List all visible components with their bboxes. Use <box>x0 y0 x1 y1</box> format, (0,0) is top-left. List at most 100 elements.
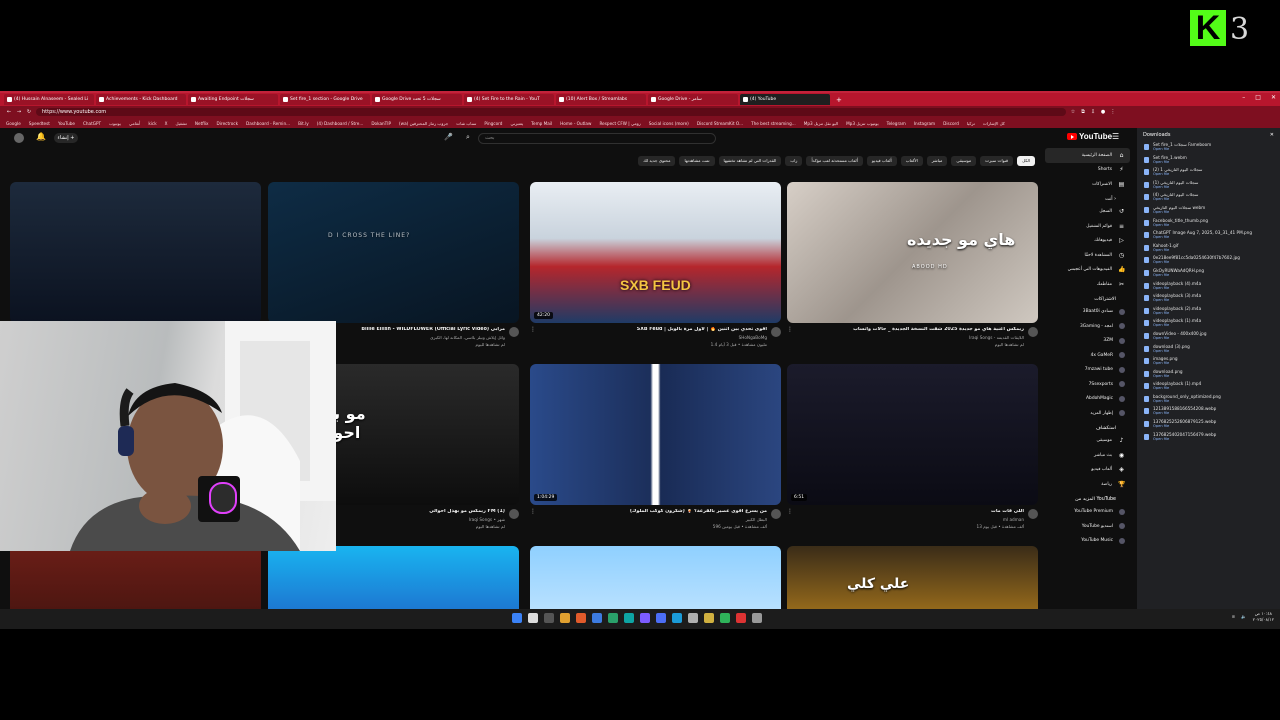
bookmark-item[interactable]: YouTube <box>58 121 75 126</box>
open-file-link[interactable]: Open file <box>1153 172 1280 176</box>
filter-chip[interactable]: موسيقى <box>951 156 977 166</box>
sidebar-item[interactable]: YouTube استديو <box>1045 519 1130 534</box>
menu-icon[interactable]: ⋮ <box>1110 109 1116 115</box>
download-item[interactable]: background_only_optimized.png Open file <box>1137 394 1280 407</box>
new-tab-button[interactable]: + <box>832 96 842 104</box>
channel-avatar[interactable] <box>771 509 781 519</box>
youtube-logo[interactable]: YouTube <box>1067 132 1112 141</box>
url-input[interactable]: https://www.youtube.com <box>36 108 1066 116</box>
sidebar-item[interactable]: 3Baat0i تسادي <box>1045 305 1130 320</box>
clock[interactable]: ١٠:٤٨ ص ٢٠٢٥/٠٨/١٢ <box>1253 612 1274 623</box>
open-file-link[interactable]: Open file <box>1153 386 1280 390</box>
bookmark-item[interactable]: كل الإشارات <box>983 121 1005 126</box>
video-title[interactable]: ريمكس اغنية هاي مو جديدة 2025 شفت النسخة… <box>799 327 1024 332</box>
bookmark-item[interactable]: Instagram <box>914 121 935 126</box>
bookmark-item[interactable]: Social icons (more) <box>649 121 689 126</box>
volume-icon[interactable]: 🔈 <box>1241 615 1246 620</box>
search-icon[interactable] <box>528 613 538 623</box>
sidebar-item[interactable]: 4x GaMeR <box>1045 348 1130 363</box>
open-file-link[interactable]: Open file <box>1153 437 1280 441</box>
video-channel[interactable]: Iraqi Songs - اللايقات القديمة <box>799 335 1024 340</box>
bookmark-item[interactable]: X <box>165 121 168 126</box>
download-item[interactable]: GkOyRUNWaAdQRH.png Open file <box>1137 268 1280 281</box>
sidebar-item[interactable]: رياضة 🏆 <box>1045 477 1130 492</box>
search-input[interactable]: بحث <box>478 133 716 144</box>
create-button[interactable]: إنشاء + <box>54 133 78 143</box>
open-file-link[interactable]: Open file <box>1153 147 1280 151</box>
filter-chip[interactable]: قنوات سيرت <box>980 156 1014 166</box>
sidebar-item[interactable]: 7Ssexports <box>1045 377 1130 392</box>
video-title[interactable]: SXB Feud | أقوى تحدي بين اثنين 🔥 | لأول … <box>542 327 767 332</box>
browser-tab[interactable]: Achievements - Kick Dashboard <box>96 94 186 105</box>
open-file-link[interactable]: Open file <box>1153 374 1280 378</box>
bookmark-item[interactable]: Speedtest <box>29 121 50 126</box>
bookmark-item[interactable]: Dashboard - Remin... <box>246 121 290 126</box>
bookmark-item[interactable]: (4) Dashboard / Stre... <box>317 121 364 126</box>
chrome-icon[interactable] <box>720 613 730 623</box>
bookmark-item[interactable]: The best streaming... <box>751 121 796 126</box>
video-thumbnail[interactable]: علي كلي <box>787 546 1038 609</box>
steam-icon[interactable] <box>656 613 666 623</box>
bookmark-item[interactable]: kick <box>148 121 156 126</box>
sidebar-item[interactable]: AbdohMagic <box>1045 392 1130 407</box>
sidebar-item[interactable]: موسيقى ♪ <box>1045 434 1130 449</box>
bookmark-item[interactable]: تركيا <box>967 121 975 126</box>
app-icon[interactable] <box>672 613 682 623</box>
sidebar-item[interactable]: Shorts ⚡ <box>1045 163 1130 178</box>
profile-icon[interactable]: ● <box>1100 109 1106 115</box>
open-file-link[interactable]: Open file <box>1153 260 1280 264</box>
video-thumbnail[interactable] <box>268 546 519 609</box>
more-options-icon[interactable]: ⋮ <box>787 326 793 333</box>
filter-chip[interactable]: الكل <box>1017 156 1035 166</box>
download-item[interactable]: Facebook_title_thumb.png Open file <box>1137 218 1280 231</box>
video-card[interactable]: علي كلي⋮ <box>787 546 1038 609</box>
open-file-link[interactable]: Open file <box>1153 411 1280 415</box>
channel-avatar[interactable] <box>509 509 519 519</box>
video-channel[interactable]: البطل الكبير <box>542 517 767 522</box>
search-icon[interactable]: ⌕ <box>466 133 470 142</box>
downloads-close-icon[interactable]: ✕ <box>1270 132 1274 138</box>
bookmark-item[interactable]: (wa) جروب رماز المحترفين <box>399 121 448 126</box>
sidebar-item[interactable]: 3ZM <box>1045 334 1130 349</box>
open-file-link[interactable]: Open file <box>1153 349 1280 353</box>
download-item[interactable]: videoplayback (3).m4a Open file <box>1137 293 1280 306</box>
app-icon[interactable] <box>576 613 586 623</box>
app-icon[interactable] <box>736 613 746 623</box>
video-channel[interactable]: SHoNgaBoMg <box>542 335 767 340</box>
open-file-link[interactable]: Open file <box>1153 160 1280 164</box>
browser-tab[interactable]: (4) Set Fire to the Rain - YouT <box>464 94 554 105</box>
open-file-link[interactable]: Open file <box>1153 399 1280 403</box>
open-file-link[interactable]: Open file <box>1153 361 1280 365</box>
sidebar-item[interactable]: الاشتراكات ▤ <box>1045 177 1130 192</box>
bookmark-item[interactable]: Google <box>6 121 21 126</box>
sidebar-item[interactable]: إظهار المزيد <box>1045 406 1130 421</box>
download-item[interactable]: videoplayback (2).m4a Open file <box>1137 306 1280 319</box>
download-item[interactable]: videoplayback (1).mp4 Open file <box>1137 381 1280 394</box>
video-card[interactable]: 1:04:29 ⋮ من يسرع اقوى عصير بالقرعة؟ 🍹 (شك… <box>530 364 781 535</box>
channel-avatar[interactable] <box>771 327 781 337</box>
download-item[interactable]: 0e218ee9f81cc5da0254630f47b7602.jpg Open … <box>1137 255 1280 268</box>
open-file-link[interactable]: Open file <box>1153 248 1280 252</box>
wifi-icon[interactable]: ≋ <box>1232 615 1236 620</box>
app-icon[interactable] <box>608 613 618 623</box>
browser-tab[interactable]: Set fire_1 section - Google Drive <box>280 94 370 105</box>
filter-chip[interactable]: الألعاب <box>900 156 923 166</box>
download-item[interactable]: Set fire_1 سجلات Fameboom Open file <box>1137 142 1280 155</box>
video-thumbnail[interactable]: 6:51 <box>787 364 1038 505</box>
sidebar-item[interactable]: ألعاب فيديو ◈ <box>1045 463 1130 478</box>
open-file-link[interactable]: Open file <box>1153 185 1280 189</box>
browser-tab[interactable]: (4) YouTube <box>740 94 830 105</box>
filter-chip[interactable]: مباشر <box>926 156 948 166</box>
star-icon[interactable]: ☆ <box>1070 109 1076 115</box>
file-explorer-icon[interactable] <box>560 613 570 623</box>
browser-tab[interactable]: Awaiting Endpoint سجلات <box>188 94 278 105</box>
bookmark-item[interactable]: Discord StreamKit O... <box>697 121 743 126</box>
browser-tab[interactable]: (10) Alert Box / Streamlabs <box>556 94 646 105</box>
bookmark-item[interactable]: يعتبرني <box>510 121 523 126</box>
video-card[interactable]: 6:51 ⋮ اللي فات مات ml adman 13 ألف مشاهدة •… <box>787 364 1038 535</box>
open-file-link[interactable]: Open file <box>1153 210 1280 214</box>
bookmark-item[interactable]: Temp Mail <box>531 121 552 126</box>
channel-avatar[interactable] <box>509 327 519 337</box>
browser-tab[interactable]: Google Drive - سامر <box>648 94 738 105</box>
download-item[interactable]: 1213891588166554208.webp Open file <box>1137 406 1280 419</box>
